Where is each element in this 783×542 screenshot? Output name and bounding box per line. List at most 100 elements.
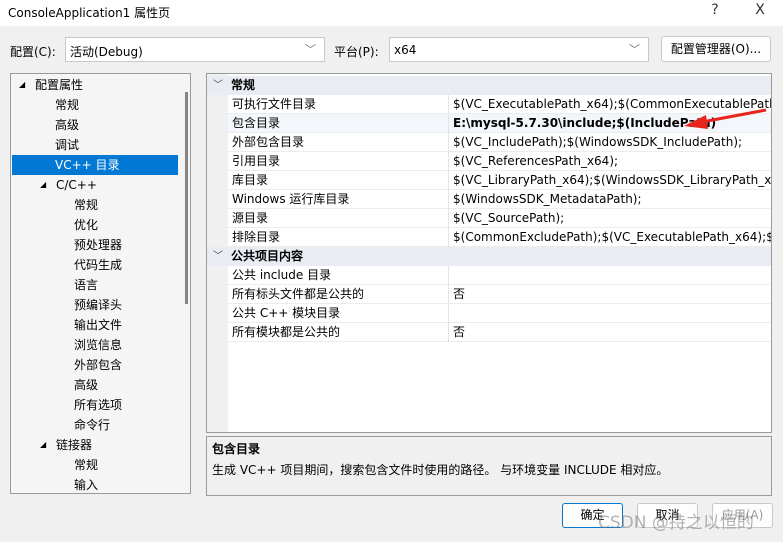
property-row[interactable]: 源目录 $(VC_SourcePath); <box>228 209 771 228</box>
tree-item[interactable]: 优化 <box>12 215 178 235</box>
tree-item[interactable]: 高级 <box>12 115 178 135</box>
tree-item[interactable]: 浏览信息 <box>12 335 178 355</box>
platform-select[interactable]: x64 ﹀ <box>389 37 649 62</box>
annotation-arrow <box>684 108 767 129</box>
tree-item-label: 高级 <box>55 118 80 132</box>
config-manager-button[interactable]: 配置管理器(O)... <box>661 36 771 62</box>
window-title: ConsoleApplication1 属性页 <box>8 6 171 20</box>
property-value[interactable] <box>448 304 771 323</box>
tree-item[interactable]: 所有选项 <box>12 395 178 415</box>
property-value[interactable]: $(CommonExcludePath);$(VC_ExecutablePath… <box>448 228 771 247</box>
property-value[interactable] <box>448 266 771 285</box>
tree-item-label: 链接器 <box>56 438 93 452</box>
tree-item-label: C/C++ <box>56 178 97 192</box>
tree-scrollbar[interactable] <box>185 92 188 304</box>
watermark: CSDN @持之以恒的 <box>598 513 754 533</box>
title-bar: ConsoleApplication1 属性页 ? X <box>0 0 783 26</box>
tree-item-label: 预编译头 <box>74 298 123 312</box>
help-button[interactable]: ? <box>700 2 730 18</box>
tree-item[interactable]: 调试 <box>12 135 178 155</box>
tree-item-label: 预处理器 <box>74 238 123 252</box>
property-row[interactable]: 排除目录 $(CommonExcludePath);$(VC_Executable… <box>228 228 771 247</box>
tree-item-label: 配置属性 <box>35 78 84 92</box>
tree-item[interactable]: 常规 <box>12 455 178 475</box>
tree-item[interactable]: ◢ C/C++ <box>12 175 178 195</box>
tree-item-label: 常规 <box>55 98 80 112</box>
platform-value: x64 <box>394 43 417 57</box>
tree-item-label: 语言 <box>74 278 99 292</box>
tree-item-label: 常规 <box>74 458 99 472</box>
expand-triangle-icon[interactable]: ◢ <box>40 175 46 195</box>
property-name: 外部包含目录 <box>232 135 305 149</box>
tree-item[interactable]: 输入 <box>12 475 178 493</box>
property-tree[interactable]: ◢ 配置属性 常规 高级 调试 VC++ 目录 ◢ C/C++ 常规 优化 预处理器 代码生成 语言 预编… <box>10 73 191 494</box>
property-value[interactable]: 否 <box>448 285 771 304</box>
property-row[interactable]: 所有模块都是公共的 否 <box>228 323 771 342</box>
tree-item-label: 优化 <box>74 218 99 232</box>
description-text: 生成 VC++ 项目期间，搜索包含文件时使用的路径。 与环境变量 INCLUDE… <box>212 463 669 477</box>
property-name: 所有模块都是公共的 <box>232 325 341 339</box>
property-name: 库目录 <box>232 173 269 187</box>
tree-item[interactable]: VC++ 目录 <box>12 155 178 175</box>
property-row[interactable]: 所有标头文件都是公共的 否 <box>228 285 771 304</box>
property-name: 所有标头文件都是公共的 <box>232 287 365 301</box>
tree-item[interactable]: 输出文件 <box>12 315 178 335</box>
property-value[interactable]: $(VC_LibraryPath_x64);$(WindowsSDK_Libra… <box>448 171 771 190</box>
tree-item[interactable]: 命令行 <box>12 415 178 435</box>
property-value[interactable]: $(VC_SourcePath); <box>448 209 771 228</box>
tree-item[interactable]: 高级 <box>12 375 178 395</box>
expand-triangle-icon[interactable]: ◢ <box>19 75 25 95</box>
category-title: 公共项目内容 <box>231 249 304 263</box>
tree-item[interactable]: 语言 <box>12 275 178 295</box>
tree-item-label: 常规 <box>74 198 99 212</box>
description-title: 包含目录 <box>212 442 261 456</box>
tree-item-label: 浏览信息 <box>74 338 123 352</box>
tree-item-label: 输出文件 <box>74 318 123 332</box>
category-header[interactable]: ﹀ 公共项目内容 <box>207 247 771 266</box>
property-name: 排除目录 <box>232 230 281 244</box>
close-button[interactable]: X <box>745 2 775 18</box>
property-name: 包含目录 <box>232 116 281 130</box>
tree-item[interactable]: 常规 <box>12 95 178 115</box>
property-value[interactable]: $(WindowsSDK_MetadataPath); <box>448 190 771 209</box>
config-select[interactable]: 活动(Debug) ﹀ <box>65 37 325 62</box>
tree-item[interactable]: 预处理器 <box>12 235 178 255</box>
property-name: 公共 C++ 模块目录 <box>232 306 341 320</box>
category-title: 常规 <box>231 78 256 92</box>
chevron-down-icon: ﹀ <box>629 43 640 56</box>
tree-item-label: 所有选项 <box>74 398 123 412</box>
tree-item-label: VC++ 目录 <box>55 158 120 172</box>
tree-item[interactable]: 代码生成 <box>12 255 178 275</box>
tree-item-label: 高级 <box>74 378 99 392</box>
tree-item[interactable]: ◢ 链接器 <box>12 435 178 455</box>
property-row[interactable]: 公共 C++ 模块目录 <box>228 304 771 323</box>
property-name: Windows 运行库目录 <box>232 192 350 206</box>
config-label: 配置(C): <box>10 45 56 59</box>
platform-label: 平台(P): <box>334 45 379 59</box>
chevron-down-icon[interactable]: ﹀ <box>213 76 223 95</box>
config-value: 活动(Debug) <box>70 45 143 59</box>
property-name: 引用目录 <box>232 154 281 168</box>
tree-item[interactable]: 常规 <box>12 195 178 215</box>
chevron-down-icon: ﹀ <box>305 43 316 56</box>
property-row[interactable]: Windows 运行库目录 $(WindowsSDK_MetadataPath); <box>228 190 771 209</box>
tree-item-label: 输入 <box>74 478 99 492</box>
tree-item-label: 调试 <box>55 138 80 152</box>
property-name: 可执行文件目录 <box>232 97 317 111</box>
chevron-down-icon[interactable]: ﹀ <box>213 247 223 266</box>
expand-triangle-icon[interactable]: ◢ <box>40 435 46 455</box>
tree-item[interactable]: 预编译头 <box>12 295 178 315</box>
tree-item-label: 命令行 <box>74 418 111 432</box>
category-header[interactable]: ﹀ 常规 <box>207 76 771 95</box>
tree-item-label: 代码生成 <box>74 258 123 272</box>
property-row[interactable]: 公共 include 目录 <box>228 266 771 285</box>
description-panel: 包含目录 生成 VC++ 项目期间，搜索包含文件时使用的路径。 与环境变量 IN… <box>206 436 772 496</box>
property-row[interactable]: 引用目录 $(VC_ReferencesPath_x64); <box>228 152 771 171</box>
property-row[interactable]: 库目录 $(VC_LibraryPath_x64);$(WindowsSDK_Li… <box>228 171 771 190</box>
property-value[interactable]: 否 <box>448 323 771 342</box>
tree-item-label: 外部包含 <box>74 358 123 372</box>
tree-item[interactable]: ◢ 配置属性 <box>12 75 178 95</box>
property-name: 源目录 <box>232 211 269 225</box>
property-value[interactable]: $(VC_ReferencesPath_x64); <box>448 152 771 171</box>
tree-item[interactable]: 外部包含 <box>12 355 178 375</box>
